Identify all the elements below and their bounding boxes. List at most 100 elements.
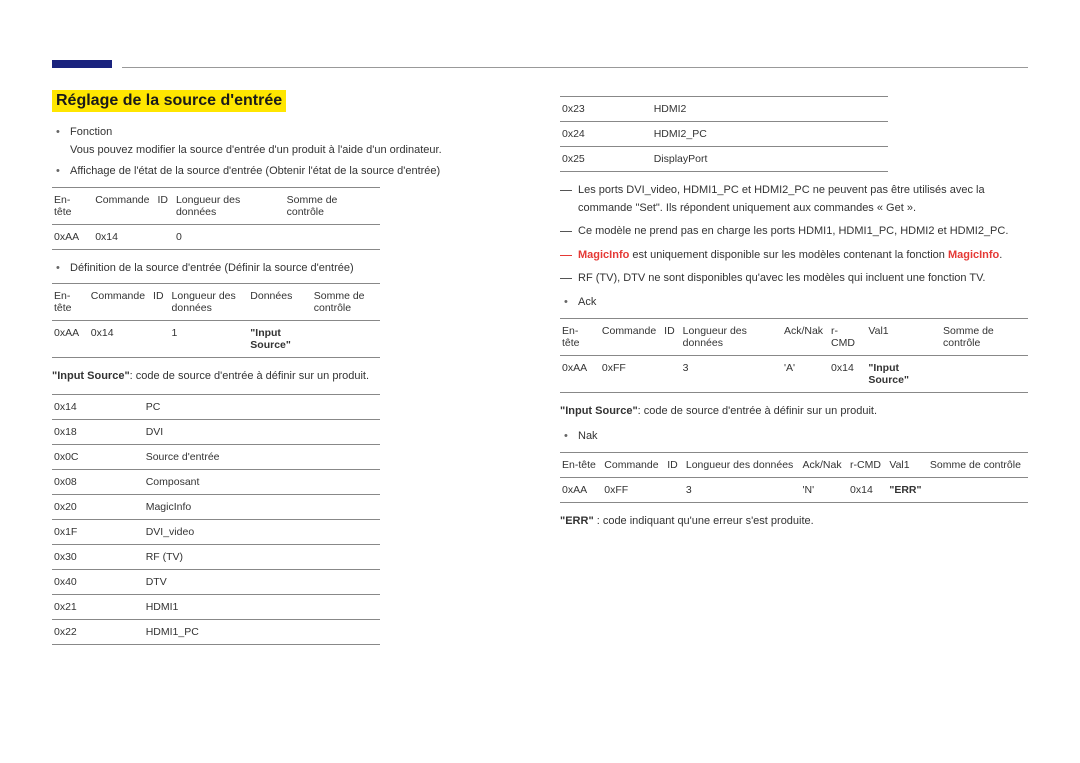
- td: 0xAA: [560, 477, 602, 502]
- th: Ack/Nak: [782, 318, 829, 355]
- th: Commande: [89, 284, 151, 321]
- source-codes-table-right: 0x23HDMI20x24HDMI2_PC0x25DisplayPort: [560, 96, 888, 172]
- th: Longueur des données: [681, 318, 782, 355]
- dash-note: RF (TV), DTV ne sont disponibles qu'avec…: [578, 270, 1028, 288]
- th: Val1: [866, 318, 941, 355]
- th: Commande: [602, 452, 665, 477]
- th: Commande: [600, 318, 662, 355]
- td: 0xFF: [602, 477, 665, 502]
- th: Commande: [93, 187, 155, 224]
- bullet-fonction: Fonction Vous pouvez modifier la source …: [70, 124, 520, 159]
- th: Longueur des données: [684, 452, 801, 477]
- td-code: 0x08: [52, 469, 144, 494]
- td-label: PC: [144, 394, 380, 419]
- td-label: RF (TV): [144, 544, 380, 569]
- table-row: 0x1FDVI_video: [52, 519, 380, 544]
- td: [941, 355, 1028, 392]
- text: .: [999, 249, 1002, 261]
- td: [312, 321, 380, 358]
- td: [285, 224, 380, 249]
- td-code: 0x23: [560, 97, 652, 122]
- th: Ack/Nak: [800, 452, 848, 477]
- td-label: DTV: [144, 569, 380, 594]
- bullet-affichage: Affichage de l'état de la source d'entré…: [70, 163, 520, 181]
- td: [665, 477, 684, 502]
- th: ID: [151, 284, 170, 321]
- th: Somme de contrôle: [941, 318, 1028, 355]
- td: 3: [684, 477, 801, 502]
- dash-note-magicinfo: MagicInfo est uniquement disponible sur …: [578, 247, 1028, 265]
- bullet-sub: Vous pouvez modifier la source d'entrée …: [70, 142, 520, 160]
- th: En-tête: [560, 318, 600, 355]
- page-header-rule: [52, 60, 1028, 68]
- td-code: 0x20: [52, 494, 144, 519]
- nak-bullet: Nak: [560, 428, 1028, 446]
- bullet-definition: Définition de la source d'entrée (Défini…: [52, 260, 520, 278]
- right-column: 0x23HDMI20x24HDMI2_PC0x25DisplayPort Les…: [560, 90, 1028, 655]
- th: Longueur des données: [174, 187, 285, 224]
- table-row: 0x08Composant: [52, 469, 380, 494]
- table-row: 0x18DVI: [52, 419, 380, 444]
- bullet-item: Ack: [578, 294, 1028, 312]
- table-row: 0x40DTV: [52, 569, 380, 594]
- table-row: 0x22HDMI1_PC: [52, 619, 380, 644]
- th: Somme de contrôle: [312, 284, 380, 321]
- ack-table: En-tête Commande ID Longueur des données…: [560, 318, 1028, 393]
- bullet-item: Définition de la source d'entrée (Défini…: [70, 260, 520, 278]
- td-label: DVI_video: [144, 519, 380, 544]
- td-label: Composant: [144, 469, 380, 494]
- td: "ERR": [887, 477, 928, 502]
- td-label: DisplayPort: [652, 147, 888, 172]
- td: 0: [174, 224, 285, 249]
- td: 1: [170, 321, 249, 358]
- td-label: MagicInfo: [144, 494, 380, 519]
- td: [155, 224, 174, 249]
- note-rest: : code indiquant qu'une erreur s'est pro…: [594, 515, 814, 527]
- td-code: 0x0C: [52, 444, 144, 469]
- th: Données: [248, 284, 311, 321]
- td: "Input Source": [248, 321, 311, 358]
- td-code: 0x40: [52, 569, 144, 594]
- brand-magicinfo: MagicInfo: [948, 249, 999, 261]
- td: [928, 477, 1028, 502]
- content-columns: Réglage de la source d'entrée Fonction V…: [52, 90, 1028, 655]
- td-code: 0x14: [52, 394, 144, 419]
- table-row: 0xAA 0x14 0: [52, 224, 380, 249]
- td: 0x14: [829, 355, 866, 392]
- table-row: 0xAA 0x14 1 "Input Source": [52, 321, 380, 358]
- td-label: HDMI1: [144, 594, 380, 619]
- input-source-note-2: "Input Source": code de source d'entrée …: [560, 403, 1028, 421]
- th: En-tête: [560, 452, 602, 477]
- th: r-CMD: [829, 318, 866, 355]
- td-code: 0x25: [560, 147, 652, 172]
- bullet-label: Fonction: [70, 126, 112, 138]
- th: Val1: [887, 452, 928, 477]
- bullet-label: Affichage de l'état de la source d'entré…: [70, 165, 440, 177]
- ack-bullet: Ack: [560, 294, 1028, 312]
- td-label: DVI: [144, 419, 380, 444]
- table-row: 0x20MagicInfo: [52, 494, 380, 519]
- td-code: 0x24: [560, 122, 652, 147]
- th: ID: [662, 318, 681, 355]
- td: 0x14: [93, 224, 155, 249]
- bullet-label: Définition de la source d'entrée (Défini…: [70, 262, 354, 274]
- td: 3: [681, 355, 782, 392]
- header-divider: [122, 67, 1028, 68]
- text: est uniquement disponible sur les modèle…: [629, 249, 948, 261]
- left-column: Réglage de la source d'entrée Fonction V…: [52, 90, 520, 655]
- table-row: 0x25DisplayPort: [560, 147, 888, 172]
- note-rest: : code de source d'entrée à définir sur …: [130, 370, 369, 382]
- td: 0xAA: [52, 321, 89, 358]
- td: 0xAA: [560, 355, 600, 392]
- input-source-note: "Input Source": code de source d'entrée …: [52, 368, 520, 386]
- brand-magicinfo: MagicInfo: [578, 249, 629, 261]
- table-row: 0xAA 0xFF 3 'A' 0x14 "Input Source": [560, 355, 1028, 392]
- td: 0xAA: [52, 224, 93, 249]
- th: Somme de contrôle: [285, 187, 380, 224]
- note-rest: : code de source d'entrée à définir sur …: [638, 405, 877, 417]
- bullet-label: Nak: [578, 430, 598, 442]
- th: Somme de contrôle: [928, 452, 1028, 477]
- td-code: 0x21: [52, 594, 144, 619]
- note-key: "ERR": [560, 515, 594, 527]
- td: 0x14: [89, 321, 151, 358]
